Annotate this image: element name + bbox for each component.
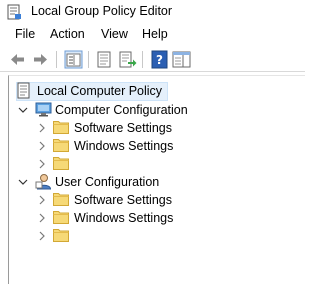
policy-document-icon [17,82,30,99]
toolbar: ? [0,46,305,72]
menu-file[interactable]: File [15,27,35,41]
chevron-right-icon[interactable] [37,195,47,205]
tree-item-label: Software Settings [74,121,172,135]
folder-icon [53,138,69,152]
toolbar-separator [88,51,89,68]
tree-item-computer-configuration[interactable]: Computer Configuration [9,101,306,119]
tree-root-item[interactable]: Local Computer Policy [9,82,306,101]
tree-root-label: Local Computer Policy [37,84,163,98]
user-icon [35,174,52,190]
folder-icon [53,192,69,206]
forward-arrow-icon[interactable] [31,50,50,69]
folder-icon [53,156,69,170]
menu-view[interactable]: View [101,27,128,41]
chevron-down-icon[interactable] [18,177,28,187]
chevron-right-icon[interactable] [37,123,47,133]
folder-icon [53,210,69,224]
tree-pane: Local Computer Policy Computer Configura… [8,75,305,284]
chevron-right-icon[interactable] [37,159,47,169]
tree-item-user-windows-settings[interactable]: Windows Settings [9,209,306,227]
tree-item-label: Windows Settings [74,139,174,153]
tree-item-label: User Configuration [55,175,160,189]
tree-item-computer-windows-settings[interactable]: Windows Settings [9,137,306,155]
tree-item-user-configuration[interactable]: User Configuration [9,173,306,191]
toolbar-separator [56,51,57,68]
window-title: Local Group Policy Editor [31,4,173,18]
tree-item-user-software-settings[interactable]: Software Settings [9,191,306,209]
menu-help[interactable]: Help [142,27,168,41]
tree-item-label: Windows Settings [74,211,174,225]
menu-action[interactable]: Action [50,27,85,41]
chevron-right-icon[interactable] [37,231,47,241]
svg-text:?: ? [156,53,163,67]
menu-bar: File Action View Help [0,24,305,45]
tree-item-user-unnamed[interactable] [9,227,306,245]
show-hide-action-pane-icon[interactable] [172,50,191,69]
tree-item-label: Software Settings [74,193,172,207]
policy-editor-icon [7,4,21,20]
tree-item-computer-unnamed[interactable] [9,155,306,173]
chevron-right-icon[interactable] [37,213,47,223]
chevron-down-icon[interactable] [18,105,28,115]
tree-item-label: Computer Configuration [55,103,188,117]
export-list-icon[interactable] [118,50,137,69]
properties-icon[interactable] [95,50,114,69]
show-hide-tree-icon[interactable] [64,50,83,69]
folder-icon [53,228,69,242]
title-bar: Local Group Policy Editor [0,0,305,24]
help-icon[interactable]: ? [150,50,169,69]
back-arrow-icon[interactable] [8,50,27,69]
tree-item-computer-software-settings[interactable]: Software Settings [9,119,306,137]
folder-icon [53,120,69,134]
chevron-right-icon[interactable] [37,141,47,151]
toolbar-separator [142,51,143,68]
computer-icon [35,102,52,117]
